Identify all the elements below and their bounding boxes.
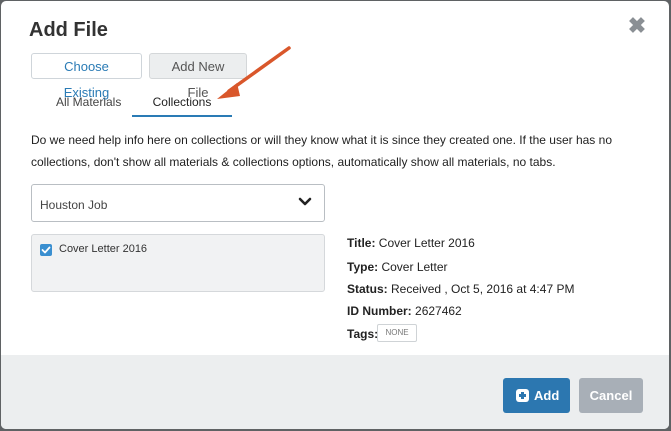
annotation-arrow-icon <box>217 46 291 99</box>
chevron-down-icon <box>298 197 312 206</box>
file-label[interactable]: Cover Letter 2016 <box>59 243 147 255</box>
close-icon[interactable]: ✖ <box>627 15 647 37</box>
tab-choose-existing[interactable]: Choose Existing <box>31 53 142 100</box>
file-list: Cover Letter 2016 <box>31 234 325 292</box>
detail-status: Status: Received , Oct 5, 2016 at 4:47 P… <box>347 282 574 296</box>
detail-tags-label: Tags: <box>347 327 379 341</box>
subtab-all-materials[interactable]: All Materials <box>56 95 121 117</box>
collection-select[interactable]: Houston Job <box>31 184 325 222</box>
detail-type-label: Type: <box>347 260 379 274</box>
dialog-footer: Add Cancel <box>1 355 669 429</box>
dialog-title: Add File <box>29 19 108 41</box>
detail-type-value: Cover Letter <box>381 260 448 274</box>
detail-status-value: Received , Oct 5, 2016 at 4:47 PM <box>391 282 575 296</box>
help-text: Do we need help info here on collections… <box>31 133 612 169</box>
detail-title-value: Cover Letter 2016 <box>378 236 475 250</box>
plus-icon <box>516 389 529 402</box>
detail-title-label: Title: <box>347 236 376 250</box>
detail-tags: Tags: NONE <box>347 324 417 342</box>
add-button[interactable]: Add <box>503 378 570 413</box>
detail-status-label: Status: <box>347 282 388 296</box>
cancel-button[interactable]: Cancel <box>579 378 643 413</box>
collection-select-value: Houston Job <box>40 198 108 212</box>
detail-id: ID Number: 2627462 <box>347 304 462 318</box>
file-checkbox[interactable] <box>40 244 52 256</box>
add-button-label: Add <box>534 388 560 403</box>
checkmark-icon <box>41 246 51 254</box>
detail-id-value: 2627462 <box>415 304 462 318</box>
add-file-dialog: Add File ✖ Choose Existing Add New File … <box>1 1 669 429</box>
detail-type: Type: Cover Letter <box>347 260 448 274</box>
tag-badge: NONE <box>377 324 417 342</box>
detail-title: Title: Cover Letter 2016 <box>347 236 475 250</box>
detail-id-label: ID Number: <box>347 304 412 318</box>
